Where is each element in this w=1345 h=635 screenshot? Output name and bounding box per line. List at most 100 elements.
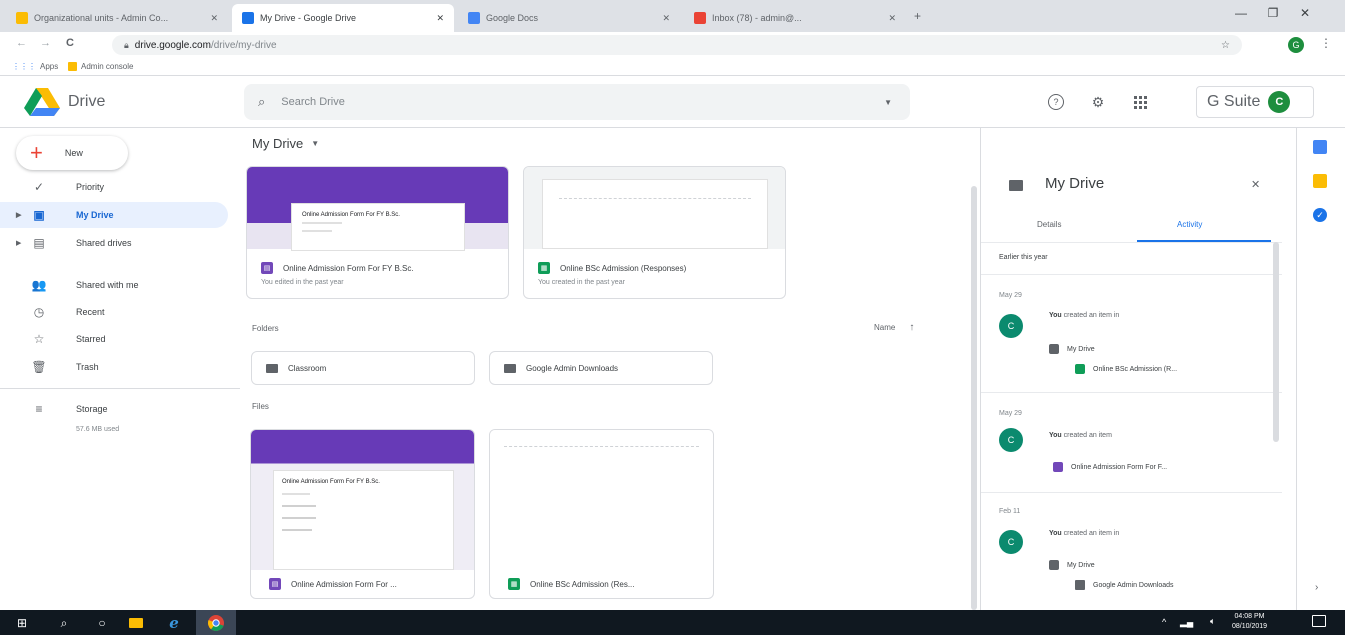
- browser-tab-strip: Organizational units - Admin Co... ✕ My …: [0, 0, 1345, 32]
- my-drive-title-dropdown[interactable]: My Drive ▼: [252, 136, 319, 151]
- close-panel-button[interactable]: ✕: [1251, 178, 1260, 191]
- new-tab-button[interactable]: +: [914, 9, 921, 23]
- notifications-icon[interactable]: [1312, 615, 1326, 627]
- settings-icon[interactable]: ⚙: [1086, 90, 1110, 114]
- sidebar-item-priority[interactable]: ✓ Priority: [0, 174, 228, 200]
- reload-icon[interactable]: C: [66, 37, 74, 49]
- sort-direction-icon: ↑: [909, 322, 915, 333]
- back-icon[interactable]: ←: [16, 37, 27, 49]
- sidebar-item-recent[interactable]: ◷ Recent: [0, 299, 228, 325]
- bookmark-star-icon[interactable]: ☆: [1221, 40, 1230, 51]
- search-placeholder: Search Drive: [281, 96, 345, 108]
- my-drive-icon: [1049, 344, 1059, 354]
- sidebar-item-my-drive[interactable]: ▶ ▣ My Drive: [0, 202, 228, 228]
- tab-close-icon[interactable]: ✕: [654, 13, 670, 24]
- help-icon[interactable]: ?: [1044, 90, 1068, 114]
- my-drive-icon: [1049, 560, 1059, 570]
- bookmark-apps[interactable]: ⋮⋮⋮ Apps: [12, 62, 58, 71]
- expand-panel-icon[interactable]: ›: [1315, 582, 1318, 593]
- tasks-icon[interactable]: ✓: [1313, 208, 1327, 222]
- task-view-icon[interactable]: ○: [94, 615, 110, 631]
- url-path: /drive/my-drive: [210, 39, 277, 51]
- search-icon[interactable]: ⌕: [56, 615, 72, 631]
- bookmark-admin-console[interactable]: Admin console: [68, 62, 133, 71]
- activity-file[interactable]: Online Admission Form For F...: [1053, 462, 1167, 472]
- file-card[interactable]: Online Admission Form For FY B.Sc. ▤ Onl…: [250, 429, 475, 599]
- keep-icon[interactable]: [1313, 174, 1327, 188]
- sidebar-item-starred[interactable]: ☆ Starred: [0, 326, 228, 352]
- sidebar-item-trash[interactable]: 🗑 Trash: [0, 354, 228, 380]
- priority-icon: ✓: [33, 180, 45, 194]
- docs-favicon-icon: [468, 12, 480, 24]
- maximize-button[interactable]: ❐: [1258, 6, 1288, 20]
- sidebar-item-label: Starred: [76, 334, 106, 344]
- close-window-button[interactable]: ✕: [1290, 6, 1320, 20]
- chrome-menu-icon[interactable]: ⋮: [1320, 36, 1332, 50]
- expand-arrow-icon[interactable]: ▶: [16, 211, 21, 219]
- tab-activity[interactable]: Activity: [1177, 220, 1202, 229]
- forward-icon[interactable]: →: [40, 37, 51, 49]
- browser-tab-admin[interactable]: Organizational units - Admin Co... ✕: [6, 4, 228, 32]
- search-input[interactable]: ⌕ Search Drive ▼: [244, 84, 910, 120]
- chrome-taskbar-icon[interactable]: [196, 610, 236, 635]
- sheets-file-icon: ▦: [508, 578, 520, 590]
- my-drive-icon: ▣: [33, 208, 45, 222]
- browser-tab-gmail[interactable]: Inbox (78) - admin@... ✕: [684, 4, 906, 32]
- sort-label: Name: [874, 323, 896, 332]
- new-button[interactable]: + New: [16, 136, 128, 170]
- profile-avatar[interactable]: G: [1288, 37, 1304, 53]
- activity-location[interactable]: My Drive: [1049, 560, 1095, 570]
- forms-file-icon: ▤: [261, 262, 273, 274]
- tab-details[interactable]: Details: [1037, 220, 1061, 229]
- address-bar[interactable]: 🔒︎ drive.google.com /drive/my-drive ☆: [112, 35, 1242, 55]
- search-icon: ⌕: [258, 94, 266, 109]
- tray-chevron-icon[interactable]: ^: [1162, 617, 1166, 627]
- folder-name: Classroom: [288, 363, 327, 373]
- expand-arrow-icon[interactable]: ▶: [16, 239, 21, 247]
- folder-item[interactable]: Google Admin Downloads: [489, 351, 713, 385]
- sidebar-divider: [0, 388, 240, 389]
- sidebar-item-shared-drives[interactable]: ▶ ▤ Shared drives: [0, 230, 228, 256]
- file-card[interactable]: ▦ Online BSc Admission (Res...: [489, 429, 714, 599]
- apps-grid-icon: ⋮⋮⋮: [12, 62, 36, 71]
- bookmarks-bar: ⋮⋮⋮ Apps Admin console: [0, 58, 1345, 76]
- file-explorer-icon[interactable]: [128, 615, 144, 631]
- search-options-icon[interactable]: ▼: [884, 98, 892, 107]
- sort-by-name-button[interactable]: Name ↑: [874, 322, 914, 333]
- app-name: Drive: [68, 93, 106, 110]
- form-preview: Online Admission Form For FY B.Sc.: [291, 203, 465, 251]
- account-avatar: C: [1268, 91, 1291, 113]
- sidebar-item-storage[interactable]: ≡ Storage: [0, 396, 228, 422]
- calendar-icon[interactable]: [1313, 140, 1327, 154]
- network-icon[interactable]: ▂▄: [1180, 617, 1193, 628]
- activity-file[interactable]: Google Admin Downloads: [1075, 580, 1174, 590]
- panel-scrollbar[interactable]: [1273, 242, 1279, 442]
- activity-file[interactable]: Online BSc Admission (R...: [1075, 364, 1177, 374]
- gsuite-account-chip[interactable]: G Suite C: [1196, 86, 1314, 118]
- sidebar-item-shared-with-me[interactable]: 👥 Shared with me: [0, 272, 228, 298]
- volume-icon[interactable]: 🔈︎: [1210, 616, 1215, 627]
- browser-tab-docs[interactable]: Google Docs ✕: [458, 4, 680, 32]
- folder-icon: [1009, 180, 1023, 191]
- activity-location[interactable]: My Drive: [1049, 344, 1095, 354]
- apps-launcher-icon[interactable]: [1128, 90, 1152, 114]
- windows-taskbar: ⊞ ⌕ ○ e ^ ▂▄ 🔈︎ 04:08 PM 08/10/2019: [0, 610, 1345, 635]
- quick-access-card[interactable]: ▦ Online BSc Admission (Responses) You c…: [523, 166, 786, 299]
- edge-browser-icon[interactable]: e: [166, 614, 182, 632]
- browser-tab-drive[interactable]: My Drive - Google Drive ✕: [232, 4, 454, 32]
- tab-close-icon[interactable]: ✕: [880, 13, 896, 24]
- drive-header: Drive ⌕ Search Drive ▼ ? ⚙ G Suite C: [0, 76, 1345, 128]
- card-title: ▤ Online Admission Form For ...: [269, 578, 397, 590]
- clock-tray[interactable]: 04:08 PM 08/10/2019: [1232, 612, 1267, 632]
- folder-icon: [1075, 580, 1085, 590]
- minimize-button[interactable]: —: [1226, 6, 1256, 20]
- tab-close-icon[interactable]: ✕: [202, 13, 218, 24]
- drive-logo[interactable]: Drive: [24, 88, 105, 116]
- folder-name: Google Admin Downloads: [526, 363, 619, 373]
- quick-access-card[interactable]: Online Admission Form For FY B.Sc. ▤ Onl…: [246, 166, 509, 299]
- windows-start-icon[interactable]: ⊞: [14, 615, 30, 631]
- forms-file-icon: ▤: [269, 578, 281, 590]
- tab-close-icon[interactable]: ✕: [428, 13, 444, 24]
- folder-item[interactable]: Classroom: [251, 351, 475, 385]
- main-scrollbar[interactable]: [971, 186, 977, 610]
